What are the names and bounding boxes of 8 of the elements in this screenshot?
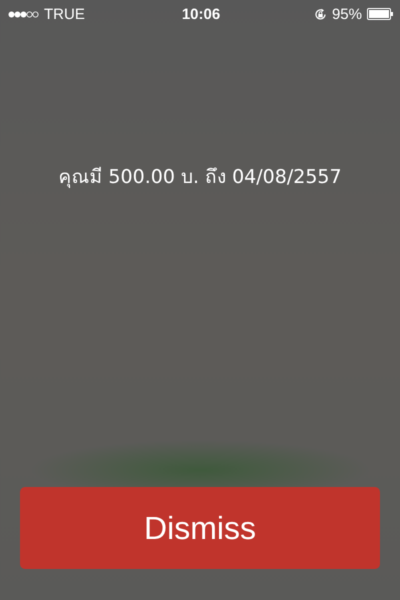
battery-percentage: 95% xyxy=(332,6,362,22)
alert-message: คุณมี 500.00 บ. ถึง 04/08/2557 xyxy=(57,165,343,190)
carrier-name: TRUE xyxy=(44,6,85,22)
rotation-lock-icon xyxy=(314,8,327,20)
dismiss-button[interactable]: Dismiss xyxy=(20,487,380,569)
battery-icon xyxy=(367,8,394,20)
clock-time: 10:06 xyxy=(182,6,220,22)
signal-icon xyxy=(8,10,39,18)
